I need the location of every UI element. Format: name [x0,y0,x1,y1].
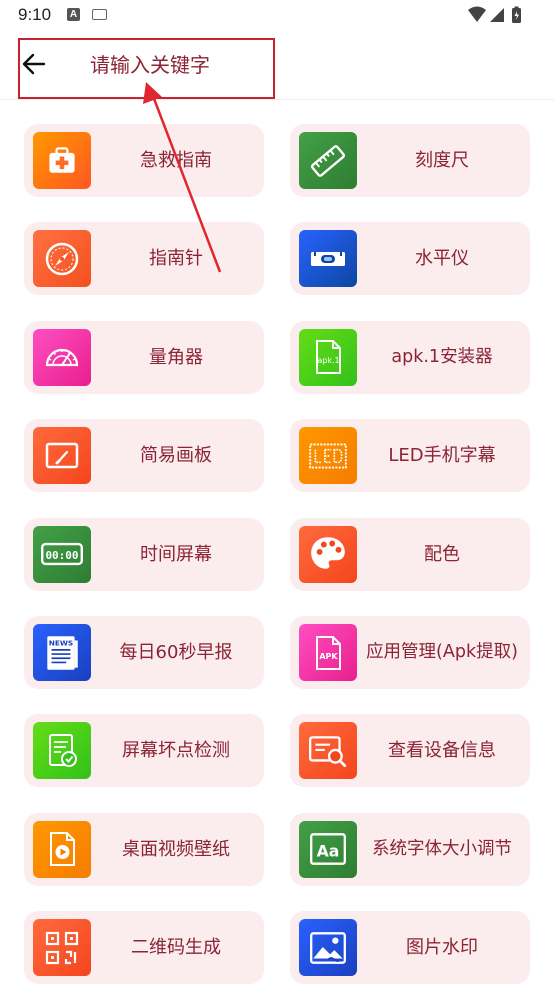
tool-card-label: 配色 [424,543,460,565]
image-watermark-icon [299,919,357,977]
tool-card[interactable]: 刻度尺 [290,124,530,197]
tool-card[interactable]: 桌面视频壁纸 [24,812,264,886]
led-display-icon [299,427,357,485]
tool-card-label: LED手机字幕 [388,445,496,467]
tool-card-label: 时间屏幕 [140,543,212,565]
tool-card[interactable]: 二维码生成 [24,911,264,984]
wifi-icon [468,6,486,22]
status-bar: 9:10 A [0,0,554,30]
tool-card[interactable]: 00:00 时间屏幕 [24,517,264,591]
tool-card[interactable]: 量角器 [24,320,264,394]
tool-card-label: 刻度尺 [415,150,469,171]
font-size-icon: Aa [299,820,357,878]
qr-code-icon [33,919,91,977]
svg-text:NEWS: NEWS [49,638,73,647]
status-time: 9:10 [18,5,52,24]
tool-card[interactable]: 水平仪 [290,222,530,296]
color-palette-icon [299,525,357,583]
tool-card-label: 系统字体大小调节 [372,838,512,859]
svg-text:APK: APK [319,652,338,661]
tool-card[interactable]: apk.1 apk.1安装器 [290,320,530,394]
tool-card[interactable]: 屏幕坏点检测 [24,714,264,788]
tool-card[interactable]: APK 应用管理(Apk提取) [290,616,530,689]
notification-a-icon: A [67,8,80,21]
tool-card-label: 指南针 [149,248,203,270]
back-arrow-icon[interactable] [20,50,48,78]
tool-card[interactable]: 配色 [290,517,530,591]
tool-card-label: 每日60秒早报 [119,642,233,663]
status-right-icons [468,6,521,23]
tool-card-label: 桌面视频壁纸 [122,838,230,860]
tool-card-label: 图片水印 [406,937,478,959]
tool-card-label: 简易画板 [140,445,212,467]
newspaper-icon: NEWS [33,624,91,681]
tool-card[interactable]: 指南针 [24,222,264,296]
tool-card[interactable]: Aa 系统字体大小调节 [290,812,530,886]
svg-text:apk.1: apk.1 [317,356,339,365]
ruler-icon [299,132,357,189]
search-input[interactable] [90,48,270,82]
svg-text:00:00: 00:00 [45,549,78,562]
apk-file-icon: apk.1 [299,328,357,386]
signal-icon [490,8,504,22]
tool-card-label: apk.1安装器 [391,346,493,367]
apk-manager-icon: APK [299,624,357,681]
keyboard-icon [92,9,107,20]
tool-card[interactable]: NEWS 每日60秒早报 [24,616,264,689]
tool-card-label: 急救指南 [140,150,212,171]
protractor-icon [33,328,91,386]
compass-icon [33,230,91,288]
video-file-icon [33,820,91,878]
first-aid-kit-icon [33,132,91,189]
spirit-level-icon [299,230,357,288]
screen-check-icon [33,722,91,780]
search-header [0,30,554,100]
digital-clock-icon: 00:00 [33,525,91,583]
tool-card[interactable]: LED手机字幕 [290,419,530,493]
tool-card-label: 水平仪 [415,248,469,270]
tool-card[interactable]: 急救指南 [24,124,264,197]
tool-card[interactable]: 查看设备信息 [290,714,530,788]
tool-card-label: 二维码生成 [131,937,221,959]
tool-card-label: 量角器 [149,346,203,368]
tool-card-label: 屏幕坏点检测 [122,740,230,762]
tool-card[interactable]: 图片水印 [290,911,530,984]
tool-card-label: 查看设备信息 [388,740,496,762]
drawing-board-icon [33,427,91,485]
tool-card-label: 应用管理(Apk提取) [366,642,518,662]
tool-card[interactable]: 简易画板 [24,419,264,493]
device-info-icon [299,722,357,780]
svg-text:Aa: Aa [317,842,340,861]
